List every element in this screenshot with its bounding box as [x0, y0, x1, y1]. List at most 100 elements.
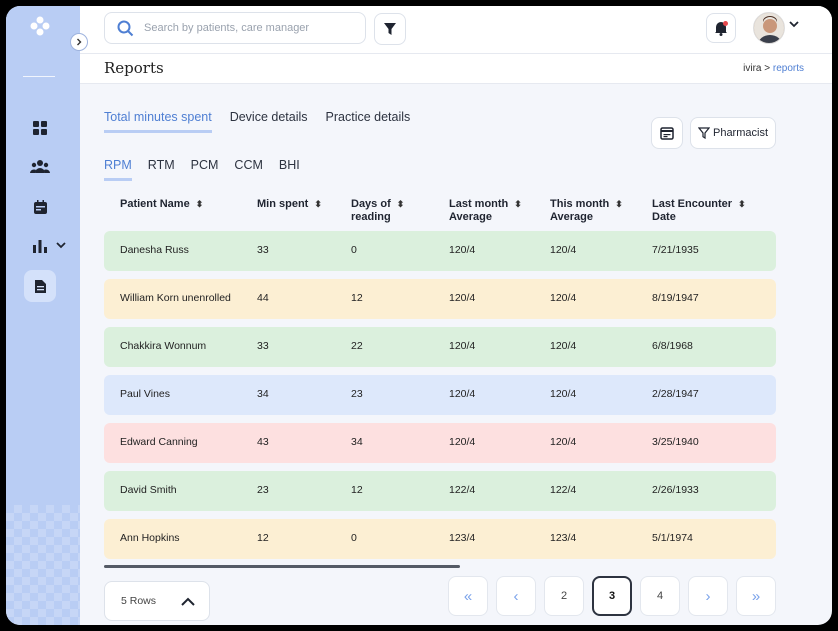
- avatar[interactable]: [753, 12, 785, 44]
- table-row[interactable]: William Korn unenrolled 44 12 120/4 120/…: [104, 279, 776, 319]
- cell-patient-name[interactable]: David Smith: [120, 484, 177, 496]
- filter-icon: [697, 127, 710, 139]
- sidebar-item-calendar[interactable]: [28, 195, 52, 219]
- cell-patient-name[interactable]: Chakkira Wonnum: [120, 340, 206, 352]
- cell-last-encounter-date: 2/26/1933: [652, 484, 699, 496]
- report-tabs: Total minutes spent Device details Pract…: [104, 110, 410, 133]
- cell-min-spent: 12: [257, 532, 269, 544]
- sidebar-collapse-button[interactable]: [70, 33, 88, 51]
- cell-days-of-reading: 23: [351, 388, 363, 400]
- date-picker-button[interactable]: [651, 117, 683, 149]
- column-header-patient-name[interactable]: Patient Name ⬍: [120, 198, 203, 211]
- header-label: Last Encounter: [652, 198, 733, 210]
- tab-device-details[interactable]: Device details: [230, 110, 308, 133]
- calendar-icon: [33, 199, 47, 214]
- page-button-3[interactable]: 3: [592, 576, 632, 616]
- tab-ccm[interactable]: CCM: [234, 158, 262, 181]
- table-row[interactable]: Ann Hopkins 12 0 123/4 123/4 5/1/1974: [104, 519, 776, 559]
- cell-patient-name[interactable]: Ann Hopkins: [120, 532, 180, 544]
- first-page-button[interactable]: «: [448, 576, 488, 616]
- sort-icon[interactable]: ⬍: [196, 198, 204, 211]
- cell-last-month-average: 120/4: [449, 244, 476, 256]
- sidebar-item-reports[interactable]: [24, 270, 56, 302]
- bell-icon: [715, 21, 728, 36]
- table-row[interactable]: Chakkira Wonnum 33 22 120/4 120/4 6/8/19…: [104, 327, 776, 367]
- column-header-days-of-reading[interactable]: Days of reading ⬍: [351, 198, 404, 224]
- tab-pcm[interactable]: PCM: [191, 158, 219, 181]
- cell-this-month-average: 120/4: [550, 340, 577, 352]
- chevron-down-icon[interactable]: [789, 20, 799, 28]
- sidebar: [6, 6, 80, 625]
- prev-page-button[interactable]: ‹: [496, 576, 536, 616]
- table-row[interactable]: Edward Canning 43 34 120/4 120/4 3/25/19…: [104, 423, 776, 463]
- header-label-2: Average: [550, 211, 594, 223]
- cell-patient-name[interactable]: Edward Canning: [120, 436, 198, 448]
- sidebar-item-dashboard[interactable]: [28, 116, 52, 140]
- column-header-this-month-average[interactable]: This month Average ⬍: [550, 198, 623, 224]
- cell-this-month-average: 120/4: [550, 244, 577, 256]
- page-button-2[interactable]: 2: [544, 576, 584, 616]
- cell-min-spent: 43: [257, 436, 269, 448]
- chevron-down-icon[interactable]: [56, 241, 66, 249]
- logo-icon[interactable]: [30, 16, 50, 36]
- cell-this-month-average: 120/4: [550, 292, 577, 304]
- sidebar-item-patients[interactable]: [28, 155, 52, 179]
- cell-days-of-reading: 22: [351, 340, 363, 352]
- sort-icon[interactable]: ⬍: [397, 198, 405, 211]
- app-frame: Search by patients, care manager Reports…: [6, 6, 832, 625]
- horizontal-scrollbar[interactable]: [104, 565, 460, 568]
- cell-this-month-average: 122/4: [550, 484, 577, 496]
- filter-icon: [384, 23, 396, 35]
- filter-button[interactable]: [374, 13, 406, 45]
- cell-days-of-reading: 0: [351, 244, 357, 256]
- page-title: Reports: [104, 59, 164, 77]
- tab-rtm[interactable]: RTM: [148, 158, 175, 181]
- user-photo: [754, 13, 784, 43]
- sidebar-pattern: [6, 505, 80, 625]
- tab-practice-details[interactable]: Practice details: [326, 110, 411, 133]
- tab-bhi[interactable]: BHI: [279, 158, 300, 181]
- rows-per-page-select[interactable]: 5 Rows: [104, 581, 210, 621]
- search-placeholder: Search by patients, care manager: [144, 22, 310, 34]
- notifications-button[interactable]: [706, 13, 736, 43]
- cell-patient-name[interactable]: Paul Vines: [120, 388, 170, 400]
- dashboard-icon: [33, 121, 47, 135]
- cell-last-month-average: 120/4: [449, 436, 476, 448]
- tab-rpm[interactable]: RPM: [104, 158, 132, 181]
- header-label: This month: [550, 198, 610, 210]
- page-button-4[interactable]: 4: [640, 576, 680, 616]
- pharmacist-filter-button[interactable]: Pharmacist: [690, 117, 776, 149]
- cell-this-month-average: 120/4: [550, 436, 577, 448]
- table-row[interactable]: David Smith 23 12 122/4 122/4 2/26/1933: [104, 471, 776, 511]
- cell-last-encounter-date: 2/28/1947: [652, 388, 699, 400]
- sort-icon[interactable]: ⬍: [615, 198, 623, 211]
- header-label: Patient Name: [120, 198, 190, 210]
- column-header-min-spent[interactable]: Min spent ⬍: [257, 198, 322, 211]
- sort-icon[interactable]: ⬍: [738, 198, 746, 211]
- sidebar-item-analytics[interactable]: [28, 234, 52, 258]
- tab-total-minutes[interactable]: Total minutes spent: [104, 110, 212, 133]
- search-input[interactable]: Search by patients, care manager: [104, 12, 366, 44]
- column-header-last-encounter-date[interactable]: Last Encounter Date ⬍: [652, 198, 746, 224]
- title-bar: Reports ivira > reports: [80, 54, 832, 84]
- sort-icon[interactable]: ⬍: [314, 198, 322, 211]
- column-header-last-month-average[interactable]: Last month Average ⬍: [449, 198, 522, 224]
- program-tabs: RPM RTM PCM CCM BHI: [104, 158, 300, 181]
- cell-days-of-reading: 12: [351, 484, 363, 496]
- next-page-button[interactable]: ›: [688, 576, 728, 616]
- cell-patient-name[interactable]: William Korn unenrolled: [120, 292, 231, 304]
- breadcrumb-current[interactable]: reports: [773, 63, 804, 74]
- cell-last-month-average: 123/4: [449, 532, 476, 544]
- sort-icon[interactable]: ⬍: [514, 198, 522, 211]
- table-row[interactable]: Danesha Russ 33 0 120/4 120/4 7/21/1935: [104, 231, 776, 271]
- sidebar-divider: [23, 76, 55, 77]
- cell-last-month-average: 120/4: [449, 388, 476, 400]
- table-row[interactable]: Paul Vines 34 23 120/4 120/4 2/28/1947: [104, 375, 776, 415]
- document-icon: [34, 279, 46, 293]
- chevron-right-icon: [77, 38, 82, 46]
- cell-min-spent: 33: [257, 244, 269, 256]
- cell-patient-name[interactable]: Danesha Russ: [120, 244, 189, 256]
- last-page-button[interactable]: »: [736, 576, 776, 616]
- calendar-icon: [660, 127, 674, 140]
- breadcrumb-root[interactable]: ivira: [743, 63, 761, 74]
